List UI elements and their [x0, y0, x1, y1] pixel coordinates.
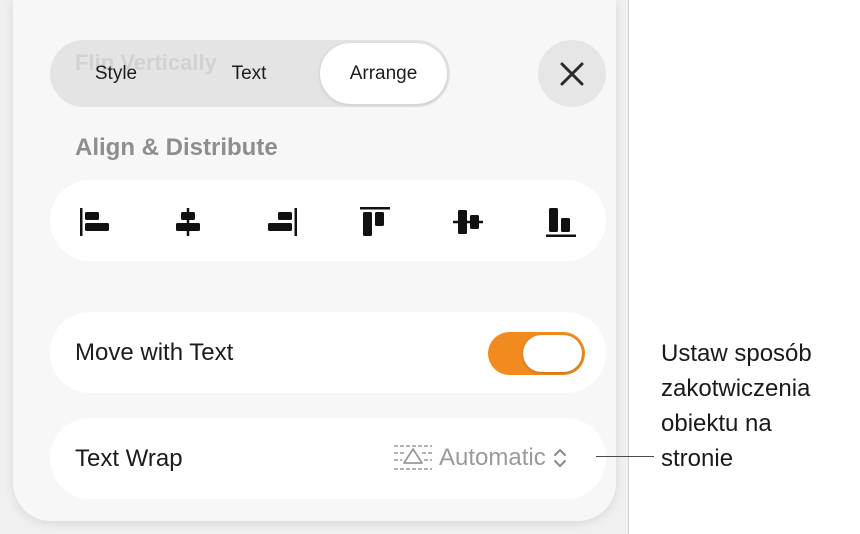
tab-style[interactable]: Style — [56, 43, 176, 104]
align-top-icon — [360, 207, 390, 236]
text-wrap-popup[interactable]: Automatic — [393, 438, 568, 478]
tab-bar: Flip Vertically Style Text Arrange — [50, 40, 450, 107]
align-right-button[interactable] — [262, 202, 302, 242]
align-bottom-icon — [546, 208, 576, 237]
text-wrap-value: Automatic — [439, 444, 546, 471]
tab-arrange[interactable]: Arrange — [320, 43, 447, 104]
text-wrap-row: Text Wrap Automatic — [50, 418, 606, 499]
align-center-icon — [176, 208, 200, 236]
callout-leader-line — [596, 456, 654, 457]
align-left-icon — [80, 208, 109, 236]
align-bottom-button[interactable] — [541, 202, 581, 242]
move-with-text-label: Move with Text — [75, 339, 234, 366]
move-with-text-row: Move with Text — [50, 312, 606, 393]
close-icon — [560, 62, 584, 85]
align-right-icon — [268, 208, 297, 236]
align-middle-icon — [453, 210, 483, 234]
screenshot: Flip Vertically Style Text Arrange Align… — [0, 0, 629, 534]
close-button[interactable] — [538, 40, 606, 107]
align-top-button[interactable] — [355, 202, 395, 242]
tab-text[interactable]: Text — [189, 43, 309, 104]
align-left-button[interactable] — [75, 202, 115, 242]
format-panel: Flip Vertically Style Text Arrange Align… — [13, 0, 616, 521]
toggle-knob — [523, 335, 582, 372]
align-distribute-title: Align & Distribute — [75, 134, 278, 161]
align-middle-button[interactable] — [448, 202, 488, 242]
callout-text: Ustaw sposób zakotwiczenia obiektu na st… — [661, 340, 812, 472]
text-wrap-label: Text Wrap — [75, 445, 183, 472]
move-with-text-toggle[interactable] — [488, 332, 585, 375]
align-center-button[interactable] — [168, 202, 208, 242]
align-buttons-row — [50, 180, 606, 261]
figure: Flip Vertically Style Text Arrange Align… — [0, 0, 860, 534]
up-down-chevron-icon — [553, 449, 566, 467]
text-wrap-icon — [394, 445, 432, 470]
